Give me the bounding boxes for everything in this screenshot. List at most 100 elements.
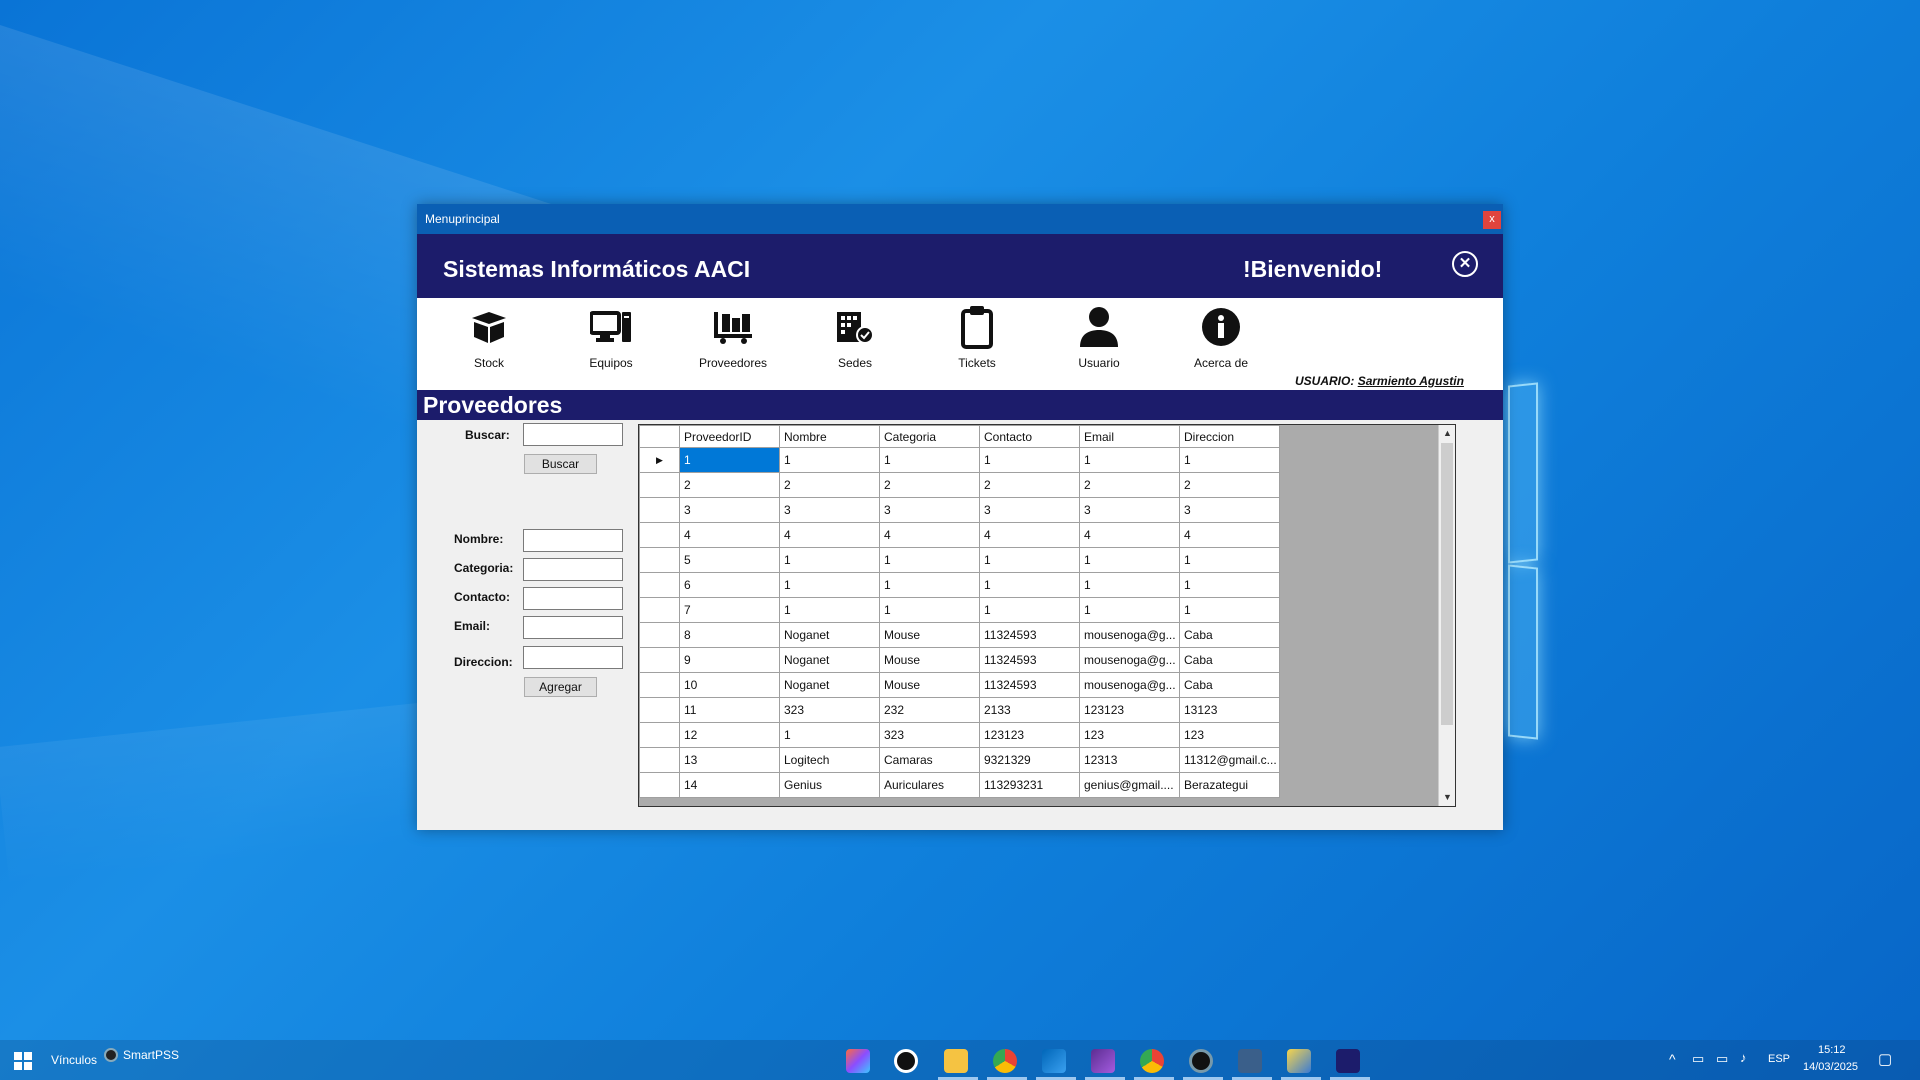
table-cell[interactable]: Noganet [779,672,880,698]
row-header[interactable]: ▶ [639,447,680,473]
table-row[interactable]: 511111 [639,547,1280,573]
table-cell[interactable]: 1 [779,547,880,573]
table-cell[interactable]: 123 [1079,722,1180,748]
grid-vertical-scrollbar[interactable]: ▲ ▼ [1438,425,1455,806]
table-cell[interactable]: Logitech [779,747,880,773]
table-cell[interactable]: 12 [679,722,780,748]
table-cell[interactable]: 1 [679,447,780,473]
email-field[interactable] [523,616,623,639]
row-header[interactable] [639,622,680,648]
table-cell[interactable]: Noganet [779,647,880,673]
table-cell[interactable]: 1 [779,572,880,598]
table-row[interactable]: ▶ 1 1 1 1 1 1 [639,447,1280,473]
table-cell[interactable]: 4 [779,522,880,548]
volume-icon[interactable]: ♪ [1740,1050,1747,1065]
chrome-icon[interactable] [1140,1049,1164,1073]
table-cell[interactable]: 4 [879,522,980,548]
table-cell[interactable]: 3 [879,497,980,523]
table-cell[interactable]: 1 [779,597,880,623]
table-row[interactable]: 11 323 232 2133 123123 13123 [639,697,1280,723]
table-cell[interactable]: 13 [679,747,780,773]
row-header[interactable] [639,772,680,798]
table-cell[interactable]: 12313 [1079,747,1180,773]
table-cell[interactable]: 2 [1079,472,1180,498]
table-cell[interactable]: 1 [979,572,1080,598]
row-header[interactable] [639,722,680,748]
table-cell[interactable]: 123123 [1079,697,1180,723]
table-cell[interactable]: mousenoga@g... [1079,622,1180,648]
table-cell[interactable]: Mouse [879,622,980,648]
clock-time[interactable]: 15:12 [1818,1044,1846,1056]
table-cell[interactable]: 9 [679,647,780,673]
table-cell[interactable]: Noganet [779,622,880,648]
table-cell[interactable]: 1 [779,722,880,748]
table-cell[interactable]: 1 [979,447,1080,473]
table-cell[interactable]: 3 [979,497,1080,523]
table-cell[interactable]: 11324593 [979,647,1080,673]
table-cell[interactable]: Genius [779,772,880,798]
table-row[interactable]: 10 Noganet Mouse 11324593 mousenoga@g... Caba [639,672,1280,698]
nav-usuario-button[interactable]: Usuario [1049,304,1149,370]
table-cell[interactable]: 232 [879,697,980,723]
table-cell[interactable]: 3 [779,497,880,523]
table-cell[interactable]: 3 [679,497,780,523]
table-cell[interactable]: 11324593 [979,622,1080,648]
table-cell[interactable]: 2 [879,472,980,498]
table-cell[interactable]: 1 [879,547,980,573]
table-cell[interactable]: Mouse [879,647,980,673]
row-header[interactable] [639,597,680,623]
table-cell[interactable]: 2 [979,472,1080,498]
table-row[interactable]: 12 1 323 123123 123 123 [639,722,1280,748]
row-header[interactable] [639,697,680,723]
nombre-field[interactable] [523,529,623,552]
row-header[interactable] [639,672,680,698]
row-header[interactable] [639,522,680,548]
notifications-icon[interactable]: ▢ [1878,1050,1892,1068]
row-header[interactable] [639,472,680,498]
table-cell[interactable]: 1 [1179,447,1280,473]
scroll-thumb[interactable] [1441,443,1453,725]
links-toolbar-label[interactable]: Vínculos [51,1053,97,1067]
window-titlebar[interactable]: Menuprincipal x [417,204,1503,234]
categoria-field[interactable] [523,558,623,581]
table-cell[interactable]: 1 [1079,572,1180,598]
column-header[interactable]: Contacto [979,425,1080,448]
table-cell[interactable]: Caba [1179,622,1280,648]
table-cell[interactable]: Mouse [879,672,980,698]
table-cell[interactable]: 323 [779,697,880,723]
table-cell[interactable]: 4 [1179,522,1280,548]
nav-proveedores-button[interactable]: Proveedores [683,304,783,370]
table-cell[interactable]: 2 [779,472,880,498]
nav-equipos-button[interactable]: Equipos [561,304,661,370]
table-cell[interactable]: Camaras [879,747,980,773]
row-header[interactable] [639,497,680,523]
table-cell[interactable]: 11324593 [979,672,1080,698]
smartpss-icon[interactable] [1189,1049,1213,1073]
table-cell[interactable]: 13123 [1179,697,1280,723]
table-row[interactable]: 14 Genius Auriculares 113293231 genius@gmail… [639,772,1280,798]
close-icon[interactable]: ✕ [1452,251,1478,277]
row-header[interactable] [639,572,680,598]
table-cell[interactable]: mousenoga@g... [1079,672,1180,698]
table-row[interactable]: 222222 [639,472,1280,498]
visual-studio-icon[interactable] [1091,1049,1115,1073]
table-cell[interactable]: 3 [1079,497,1180,523]
table-cell[interactable]: 323 [879,722,980,748]
search-input[interactable] [523,423,623,446]
row-header[interactable] [639,547,680,573]
direccion-field[interactable] [523,646,623,669]
table-cell[interactable]: 4 [1079,522,1180,548]
providers-grid[interactable]: ProveedorID Nombre Categoria Contacto Email D… [638,424,1456,807]
smartpss-icon[interactable] [104,1048,118,1062]
table-cell[interactable]: Auriculares [879,772,980,798]
column-header[interactable]: Categoria [879,425,980,448]
add-button[interactable]: Agregar [524,677,597,697]
chrome-icon[interactable] [993,1049,1017,1073]
app-taskbar-icon[interactable] [1336,1049,1360,1073]
row-header[interactable] [639,747,680,773]
chevron-up-icon[interactable]: ^ [1669,1051,1676,1067]
search-button[interactable]: Buscar [524,454,597,474]
table-cell[interactable]: 4 [679,522,780,548]
start-button[interactable] [14,1052,32,1070]
table-row[interactable]: 611111 [639,572,1280,598]
